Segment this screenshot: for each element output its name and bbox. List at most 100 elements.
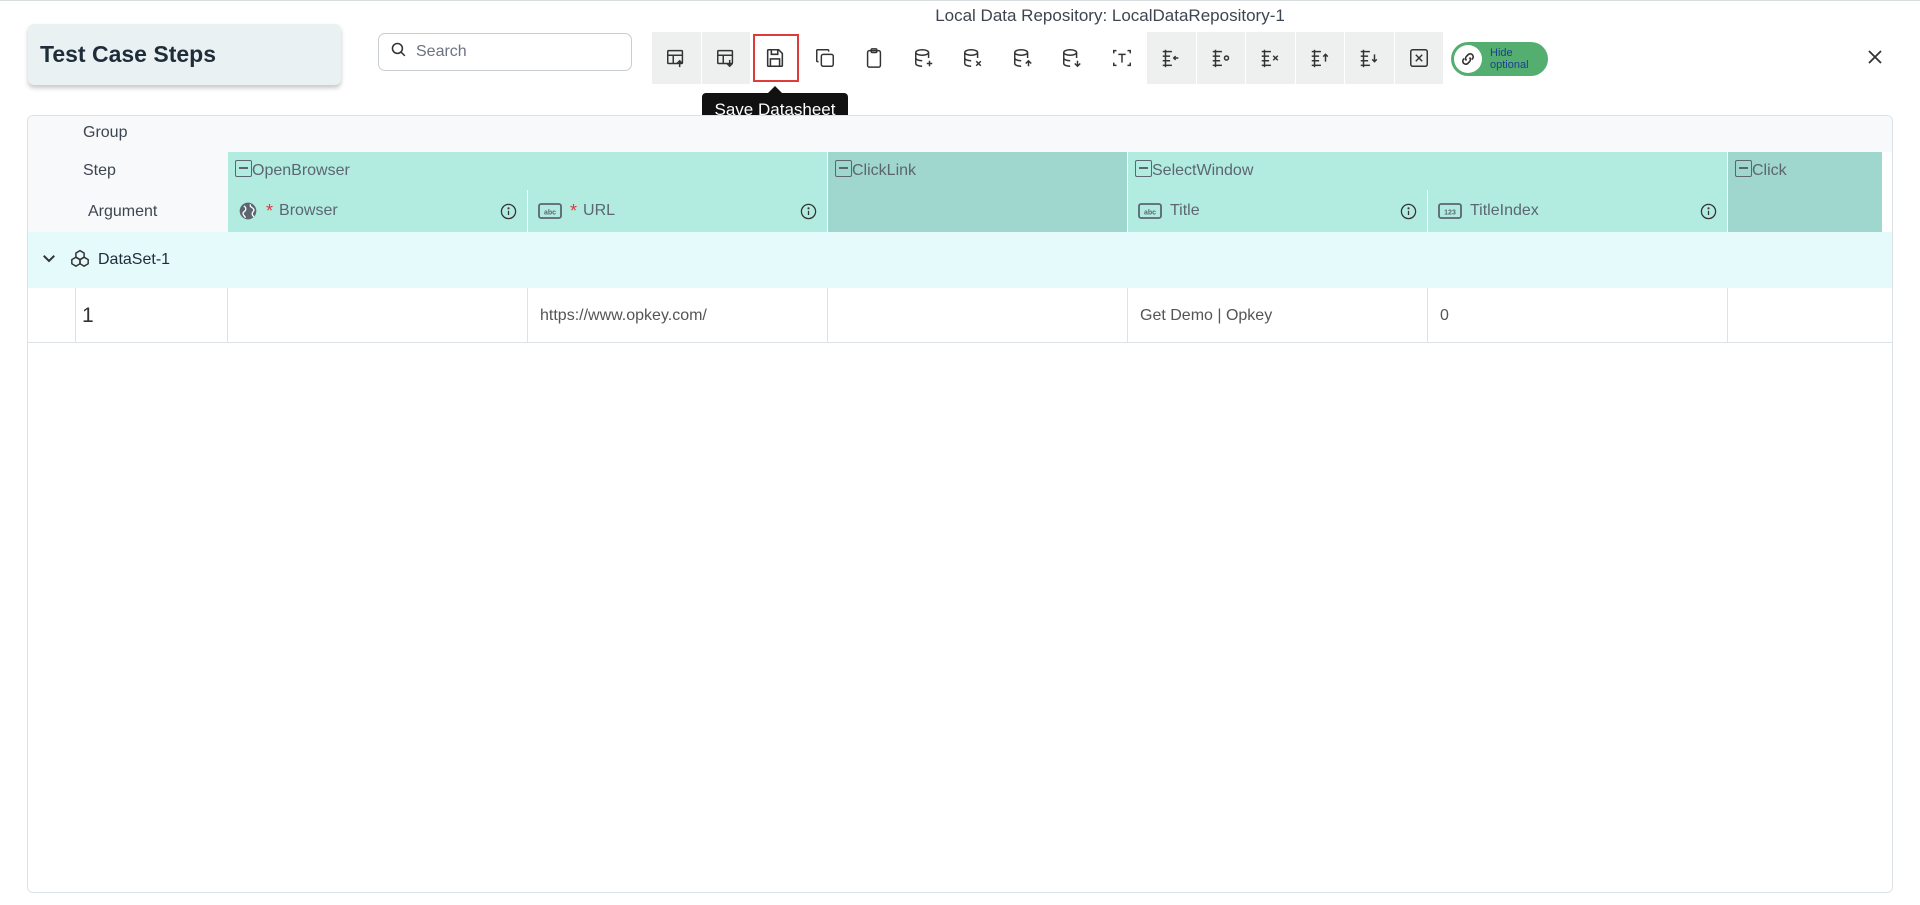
- argument-header-title[interactable]: abc Title: [1128, 190, 1428, 232]
- close-button[interactable]: [1862, 44, 1888, 70]
- text-icon: [1112, 49, 1131, 67]
- row-index-cell: 1: [76, 288, 228, 343]
- argument-header-url[interactable]: abc * URL: [528, 190, 828, 232]
- dataset-row[interactable]: DataSet-1: [28, 232, 1892, 288]
- close-icon: [1868, 50, 1882, 64]
- clear-button[interactable]: [1395, 32, 1444, 84]
- move-row-down-button[interactable]: [1345, 32, 1395, 84]
- argument-header-empty: [828, 190, 1128, 232]
- info-icon[interactable]: [1700, 203, 1717, 225]
- required-marker: *: [266, 200, 274, 221]
- svg-text:123: 123: [1444, 210, 1456, 217]
- insert-row-after-icon: [1212, 49, 1230, 68]
- info-icon[interactable]: [800, 203, 817, 225]
- group-header-row: [228, 116, 1892, 152]
- top-border: [0, 0, 1920, 1]
- data-cell-browser[interactable]: [228, 288, 528, 343]
- toolbar-group-file: [652, 32, 900, 84]
- copy-button[interactable]: [800, 32, 850, 84]
- toolbar-group-rows: [1147, 32, 1444, 84]
- toggle-label-line1: Hide: [1490, 47, 1513, 59]
- add-dataset-button[interactable]: [899, 32, 949, 84]
- test-case-steps-panel-tab[interactable]: Test Case Steps: [28, 24, 341, 85]
- argument-header-empty: [1728, 190, 1883, 232]
- save-icon: [767, 48, 784, 68]
- datasheet-grid: Group Step Argument OpenBrowser ClickLin…: [27, 115, 1893, 893]
- toggle-label-line2: optional: [1490, 59, 1529, 71]
- globe-icon: [238, 201, 258, 221]
- svg-text:abc: abc: [544, 210, 556, 217]
- dataset-icon: [70, 249, 90, 272]
- abc-icon: abc: [1138, 203, 1162, 219]
- window-title: Local Data Repository: LocalDataReposito…: [935, 6, 1285, 25]
- move-dataset-down-icon: [1063, 49, 1082, 68]
- argument-header-titleindex[interactable]: 123 TitleIndex: [1428, 190, 1728, 232]
- step-name: OpenBrowser: [252, 162, 350, 179]
- move-dataset-up-icon: [1013, 49, 1032, 67]
- collapse-icon[interactable]: [1735, 159, 1752, 177]
- argument-header-browser[interactable]: * Browser: [228, 190, 528, 232]
- move-dataset-up-button[interactable]: [998, 32, 1048, 84]
- add-dataset-icon: [914, 49, 932, 67]
- collapse-icon[interactable]: [1135, 159, 1152, 177]
- argument-name: TitleIndex: [1470, 202, 1539, 219]
- svg-text:abc: abc: [1144, 210, 1156, 217]
- hide-optional-toggle[interactable]: Hide optional: [1451, 42, 1548, 76]
- move-row-down-icon: [1361, 49, 1378, 68]
- data-cell-url[interactable]: https://www.opkey.com/: [528, 288, 828, 343]
- info-icon[interactable]: [1400, 203, 1417, 225]
- delete-dataset-icon: [964, 49, 982, 67]
- toolbar-group-dataset: [899, 32, 1147, 84]
- number-icon: 123: [1438, 203, 1462, 219]
- data-cell-clicklink[interactable]: [828, 288, 1128, 343]
- step-name: SelectWindow: [1152, 162, 1254, 179]
- info-icon[interactable]: [500, 203, 517, 225]
- argument-name: Title: [1170, 202, 1200, 219]
- link-icon: [1454, 45, 1482, 73]
- data-cell-title[interactable]: Get Demo | Opkey: [1128, 288, 1428, 343]
- argument-name: URL: [583, 202, 616, 219]
- group-row-label: Group: [83, 124, 128, 141]
- row-handle-cell[interactable]: [28, 288, 76, 343]
- export-icon: [716, 49, 733, 68]
- step-header-clicklink[interactable]: ClickLink: [828, 152, 1128, 190]
- toolbar: [652, 32, 1444, 84]
- step-header-selectwindow[interactable]: SelectWindow: [1128, 152, 1728, 190]
- insert-row-before-button[interactable]: [1147, 32, 1197, 84]
- clear-icon: [1409, 49, 1428, 67]
- required-marker: *: [570, 200, 578, 221]
- paste-button[interactable]: [850, 32, 900, 84]
- delete-row-icon: [1262, 49, 1279, 68]
- dataset-name: DataSet-1: [98, 251, 171, 268]
- search-icon: [390, 41, 407, 63]
- panel-title: Test Case Steps: [40, 41, 216, 67]
- move-dataset-down-button[interactable]: [1048, 32, 1098, 84]
- collapse-icon[interactable]: [835, 159, 852, 177]
- data-cell-click[interactable]: [1728, 288, 1892, 343]
- search-input[interactable]: [416, 43, 616, 61]
- import-icon: [667, 49, 684, 68]
- step-name: ClickLink: [852, 162, 917, 179]
- paste-icon: [867, 48, 882, 68]
- search-box[interactable]: [378, 33, 632, 71]
- step-header-click[interactable]: Click: [1728, 152, 1883, 190]
- data-cell-titleindex[interactable]: 0: [1428, 288, 1728, 343]
- copy-icon: [815, 49, 834, 67]
- save-datasheet-button[interactable]: [751, 32, 801, 84]
- abc-icon: abc: [538, 203, 562, 219]
- import-button[interactable]: [652, 32, 702, 84]
- delete-dataset-button[interactable]: [949, 32, 999, 84]
- chevron-down-icon[interactable]: [40, 249, 58, 272]
- insert-row-before-icon: [1163, 49, 1179, 68]
- move-row-up-icon: [1311, 49, 1329, 68]
- export-button[interactable]: [702, 32, 751, 84]
- step-name: Click: [1752, 162, 1787, 179]
- insert-row-after-button[interactable]: [1197, 32, 1246, 84]
- text-button[interactable]: [1097, 32, 1147, 84]
- move-row-up-button[interactable]: [1296, 32, 1345, 84]
- collapse-icon[interactable]: [235, 159, 252, 177]
- step-header-openbrowser[interactable]: OpenBrowser: [228, 152, 828, 190]
- toggle-label: Hide optional: [1490, 47, 1529, 71]
- table-row: 1 https://www.opkey.com/ Get Demo | Opke…: [28, 288, 1892, 343]
- delete-row-button[interactable]: [1246, 32, 1296, 84]
